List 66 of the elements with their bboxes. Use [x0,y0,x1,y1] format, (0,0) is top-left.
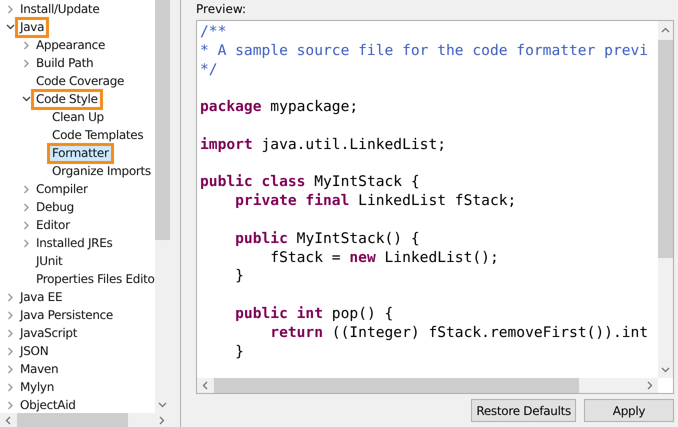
code-line: * A sample source file for the code formatter previ [200,42,650,61]
chevron-right-icon[interactable] [22,184,31,194]
apply-button[interactable]: Apply [584,399,674,422]
chevron-right-icon[interactable] [22,202,31,212]
chevron-right-icon[interactable] [6,328,15,338]
scrollbar[interactable] [197,378,658,393]
scrollbar[interactable] [0,413,170,427]
code-line: public MyIntStack() { [234,230,421,249]
tree-item[interactable]: Appearance [34,38,108,52]
chevron-right-icon[interactable] [22,58,31,68]
restore-defaults-button[interactable]: Restore Defaults [471,399,576,422]
tree-item[interactable]: Install/Update [18,2,102,16]
tree-item[interactable]: Code Templates [50,128,146,142]
chevron-right-icon[interactable] [6,382,15,392]
tree-item[interactable]: JavaScript [18,326,80,340]
scroll-right-icon[interactable] [159,416,165,424]
code-line: package mypackage; [200,98,360,117]
tree-item[interactable]: Java Persistence [18,308,115,322]
code-line: */ [200,60,219,80]
chevron-right-icon[interactable] [6,400,15,410]
tree-item[interactable]: Clean Up [50,110,106,124]
tree-item[interactable]: Build Path [34,56,96,70]
code-line: private final LinkedList fStack; [234,192,518,211]
scroll-up-icon[interactable] [661,27,670,33]
scrollbar[interactable] [658,21,673,378]
tree-item[interactable]: Installed JREs [34,236,114,250]
code-line: return ((Integer) fStack.removeFirst()).int [269,324,650,343]
tree-item[interactable]: Formatter [50,146,111,160]
chevron-right-icon[interactable] [6,346,15,356]
tree-item[interactable]: JSON [18,344,50,358]
preview-label: Preview: [196,2,248,18]
chevron-down-icon[interactable] [22,94,31,104]
tree-item[interactable]: Mylyn [18,380,56,394]
code-line: import java.util.LinkedList; [200,136,448,155]
tree-item[interactable]: Code Style [34,92,100,106]
scroll-right-icon[interactable] [647,381,653,390]
scroll-down-icon[interactable] [661,367,670,373]
code-line: public int pop() { [234,304,394,324]
tree-item[interactable]: Properties Files Edito [34,272,155,286]
tree-item[interactable]: ObjectAid [18,398,78,412]
chevron-right-icon[interactable] [6,4,15,14]
tree-item[interactable]: Editor [34,218,72,232]
tree-item[interactable]: Java [18,20,46,34]
chevron-down-icon[interactable] [6,22,15,32]
chevron-right-icon[interactable] [22,220,31,230]
code-line: /** [200,23,228,42]
tree-item[interactable]: Java EE [18,290,64,304]
scroll-left-icon[interactable] [5,416,11,424]
scroll-down-icon[interactable] [158,402,167,408]
chevron-right-icon[interactable] [22,238,31,248]
tree-item[interactable]: Maven [18,362,60,376]
scrollbar[interactable] [155,0,170,413]
chevron-right-icon[interactable] [22,40,31,50]
tree-item[interactable]: Compiler [34,182,90,196]
tree-item[interactable]: Organize Imports [50,164,153,178]
chevron-right-icon[interactable] [6,310,15,320]
chevron-right-icon[interactable] [6,364,15,374]
code-line: fStack = new LinkedList(); [269,248,500,268]
code-line: public class MyIntStack { [200,173,421,192]
tree-item[interactable]: Code Coverage [34,74,126,88]
code-line: } [234,267,245,286]
chevron-right-icon[interactable] [6,292,15,302]
tree-item[interactable]: JUnit [34,254,64,268]
code-line: } [234,342,245,362]
tree-item[interactable]: Debug [34,200,76,214]
scroll-left-icon[interactable] [202,381,208,390]
